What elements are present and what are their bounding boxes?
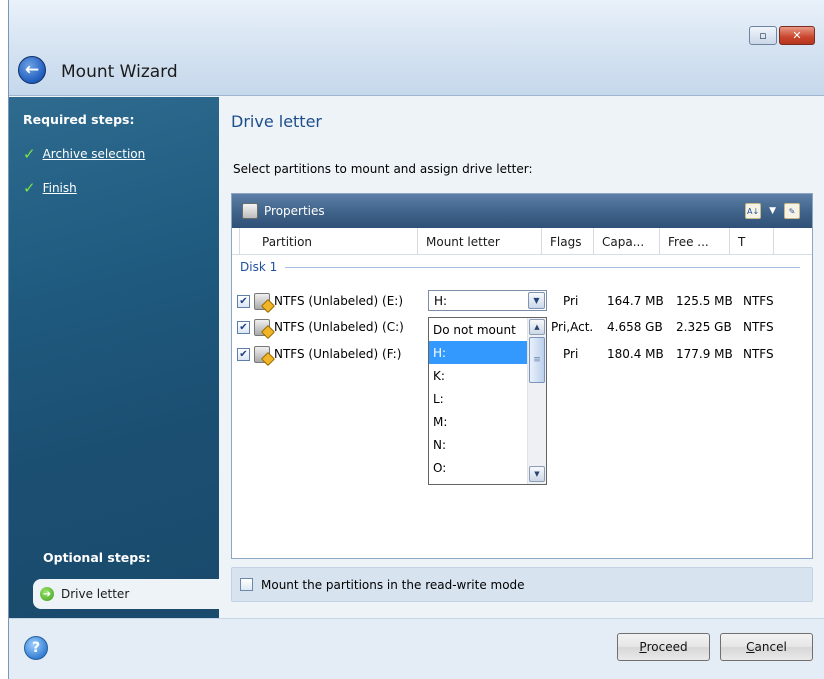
partition-type: NTFS (743, 320, 774, 334)
dropdown-option-o[interactable]: O: (429, 456, 527, 479)
dropdown-option-h[interactable]: H: (429, 341, 527, 364)
column-free[interactable]: Free ... (660, 228, 730, 255)
sidebar-item-label[interactable]: Finish (43, 181, 77, 195)
edit-properties-icon[interactable]: ✎ (784, 203, 800, 219)
partition-drive-icon (254, 346, 270, 363)
partition-flags: Pri (563, 347, 579, 361)
dropdown-option-l[interactable]: L: (429, 387, 527, 410)
mount-letter-select[interactable]: H: ▼ (428, 290, 547, 311)
dropdown-option-m[interactable]: M: (429, 410, 527, 433)
mount-letter-value: H: (434, 293, 448, 308)
partition-name: NTFS (Unlabeled) (F:) (274, 347, 402, 361)
cancel-mnemonic: C (746, 640, 755, 654)
sidebar-item-finish[interactable]: ✓ Finish (23, 179, 77, 197)
sidebar-item-drive-letter[interactable]: ➜ Drive letter (33, 579, 219, 609)
properties-icon (242, 203, 258, 219)
column-spacer (232, 228, 240, 255)
proceed-mnemonic: P (639, 640, 647, 654)
scroll-thumb[interactable]: ≡ (529, 337, 545, 383)
partition-flags: Pri (563, 294, 579, 308)
partitions-panel: Properties A↓ ▼ ✎ Partition Mount letter… (231, 193, 813, 559)
sort-icon[interactable]: A↓ (745, 203, 762, 219)
dropdown-option-n[interactable]: N: (429, 433, 527, 456)
scroll-up-icon[interactable]: ▲ (529, 319, 545, 335)
sidebar-item-label: Drive letter (61, 587, 130, 601)
partition-name: NTFS (Unlabeled) (E:) (274, 294, 404, 308)
dropdown-option-k[interactable]: K: (429, 364, 527, 387)
partition-flags: Pri,Act. (551, 320, 594, 334)
close-button[interactable]: ✕ (779, 26, 815, 45)
column-mount-letter[interactable]: Mount letter (418, 228, 542, 255)
column-flags[interactable]: Flags (542, 228, 594, 255)
proceed-button[interactable]: Proceed (617, 633, 710, 661)
wizard-sidebar: Required steps: ✓ Archive selection ✓ Fi… (9, 97, 219, 618)
mount-wizard-window: ▫ ✕ ← Mount Wizard Required steps: ✓ Arc… (8, 0, 824, 679)
properties-label: Properties (264, 204, 325, 218)
instruction-text: Select partitions to mount and assign dr… (233, 162, 533, 176)
cancel-label: ancel (754, 640, 787, 654)
chevron-down-icon[interactable]: ▼ (528, 292, 545, 309)
dropdown-option-do-not-mount[interactable]: Do not mount (429, 318, 527, 341)
chevron-down-icon[interactable]: ▼ (769, 206, 776, 216)
title-bar: ▫ ✕ ← Mount Wizard (9, 0, 824, 96)
partition-type: NTFS (743, 347, 774, 361)
footer-bar: ? Proceed Cancel (9, 618, 824, 679)
properties-header: Properties A↓ ▼ ✎ (232, 194, 812, 228)
read-write-checkbox[interactable] (240, 578, 253, 591)
disk-group-header: Disk 1 (240, 260, 800, 274)
column-type[interactable]: T (730, 228, 774, 255)
checkmark-icon: ✓ (23, 145, 36, 163)
sidebar-item-archive-selection[interactable]: ✓ Archive selection (23, 145, 145, 163)
scroll-down-icon[interactable]: ▼ (529, 466, 545, 482)
proceed-label: roceed (646, 640, 688, 654)
partition-drive-icon (254, 293, 270, 310)
mount-letter-dropdown: Do not mount H: K: L: M: N: O: ▲ ≡ ▼ (428, 317, 547, 485)
partition-free: 125.5 MB (676, 294, 733, 308)
window-controls: ▫ ✕ (749, 26, 815, 45)
page-title: Drive letter (231, 112, 322, 131)
partition-type: NTFS (743, 294, 774, 308)
required-steps-heading: Required steps: (23, 112, 135, 127)
partition-capacity: 180.4 MB (607, 347, 664, 361)
dropdown-scrollbar[interactable]: ▲ ≡ ▼ (527, 318, 546, 484)
sidebar-item-label[interactable]: Archive selection (43, 147, 146, 161)
header-tools: A↓ ▼ ✎ (745, 203, 800, 219)
partition-capacity: 4.658 GB (607, 320, 663, 334)
help-icon[interactable]: ? (24, 636, 48, 660)
partition-drive-icon (254, 319, 270, 336)
partition-capacity: 164.7 MB (607, 294, 664, 308)
minimize-button[interactable]: ▫ (749, 26, 777, 45)
read-write-option[interactable]: Mount the partitions in the read-write m… (231, 567, 813, 602)
column-headers: Partition Mount letter Flags Capa... Fre… (232, 228, 812, 255)
green-arrow-icon: ➜ (40, 587, 54, 601)
partition-checkbox[interactable]: ✔ (237, 321, 250, 334)
cancel-button[interactable]: Cancel (720, 633, 813, 661)
partition-checkbox[interactable]: ✔ (237, 348, 250, 361)
partition-free: 2.325 GB (676, 320, 732, 334)
dropdown-list: Do not mount H: K: L: M: N: O: (429, 318, 527, 479)
column-capacity[interactable]: Capa... (594, 228, 660, 255)
column-partition[interactable]: Partition (240, 228, 418, 255)
window-title: Mount Wizard (61, 62, 178, 82)
checkmark-icon: ✓ (23, 179, 36, 197)
partition-checkbox[interactable]: ✔ (237, 295, 250, 308)
partition-free: 177.9 MB (676, 347, 733, 361)
optional-steps-heading: Optional steps: (43, 550, 151, 565)
back-button[interactable]: ← (18, 56, 46, 84)
partition-name: NTFS (Unlabeled) (C:) (274, 320, 404, 334)
disk-label: Disk 1 (240, 260, 278, 274)
disk-divider (285, 266, 800, 268)
back-arrow-icon: ← (24, 60, 40, 80)
read-write-label[interactable]: Mount the partitions in the read-write m… (261, 578, 525, 592)
